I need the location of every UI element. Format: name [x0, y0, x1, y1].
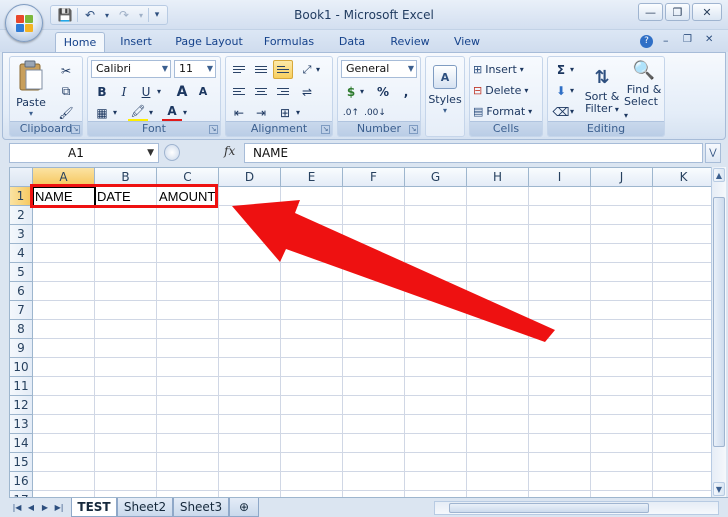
sheet-tab-sheet3[interactable]: Sheet3	[173, 498, 229, 517]
sheet-nav-buttons: |◀ ◀ ▶ ▶|	[11, 501, 65, 515]
vertical-scroll-thumb[interactable]	[713, 197, 725, 447]
office-button[interactable]	[5, 4, 43, 42]
vertical-scrollbar[interactable]: ▲ ▼	[711, 167, 726, 497]
annotation-arrow	[232, 200, 555, 342]
first-sheet-icon[interactable]: |◀	[11, 501, 23, 515]
scroll-down-icon[interactable]: ▼	[713, 482, 725, 496]
prev-sheet-icon[interactable]: ◀	[25, 501, 37, 515]
next-sheet-icon[interactable]: ▶	[39, 501, 51, 515]
sheet-tab-test[interactable]: TEST	[71, 498, 117, 517]
scroll-up-icon[interactable]: ▲	[713, 168, 725, 182]
arrow-icon	[232, 200, 555, 342]
office-logo-icon	[16, 15, 33, 32]
insert-sheet-icon[interactable]: ⊕	[229, 498, 259, 517]
last-sheet-icon[interactable]: ▶|	[53, 501, 65, 515]
horizontal-scroll-thumb[interactable]	[449, 503, 649, 513]
sheet-tab-bar: |◀ ◀ ▶ ▶| TEST Sheet2 Sheet3 ⊕	[9, 497, 728, 517]
sheet-tab-sheet2[interactable]: Sheet2	[117, 498, 173, 517]
horizontal-scrollbar[interactable]	[434, 501, 719, 515]
